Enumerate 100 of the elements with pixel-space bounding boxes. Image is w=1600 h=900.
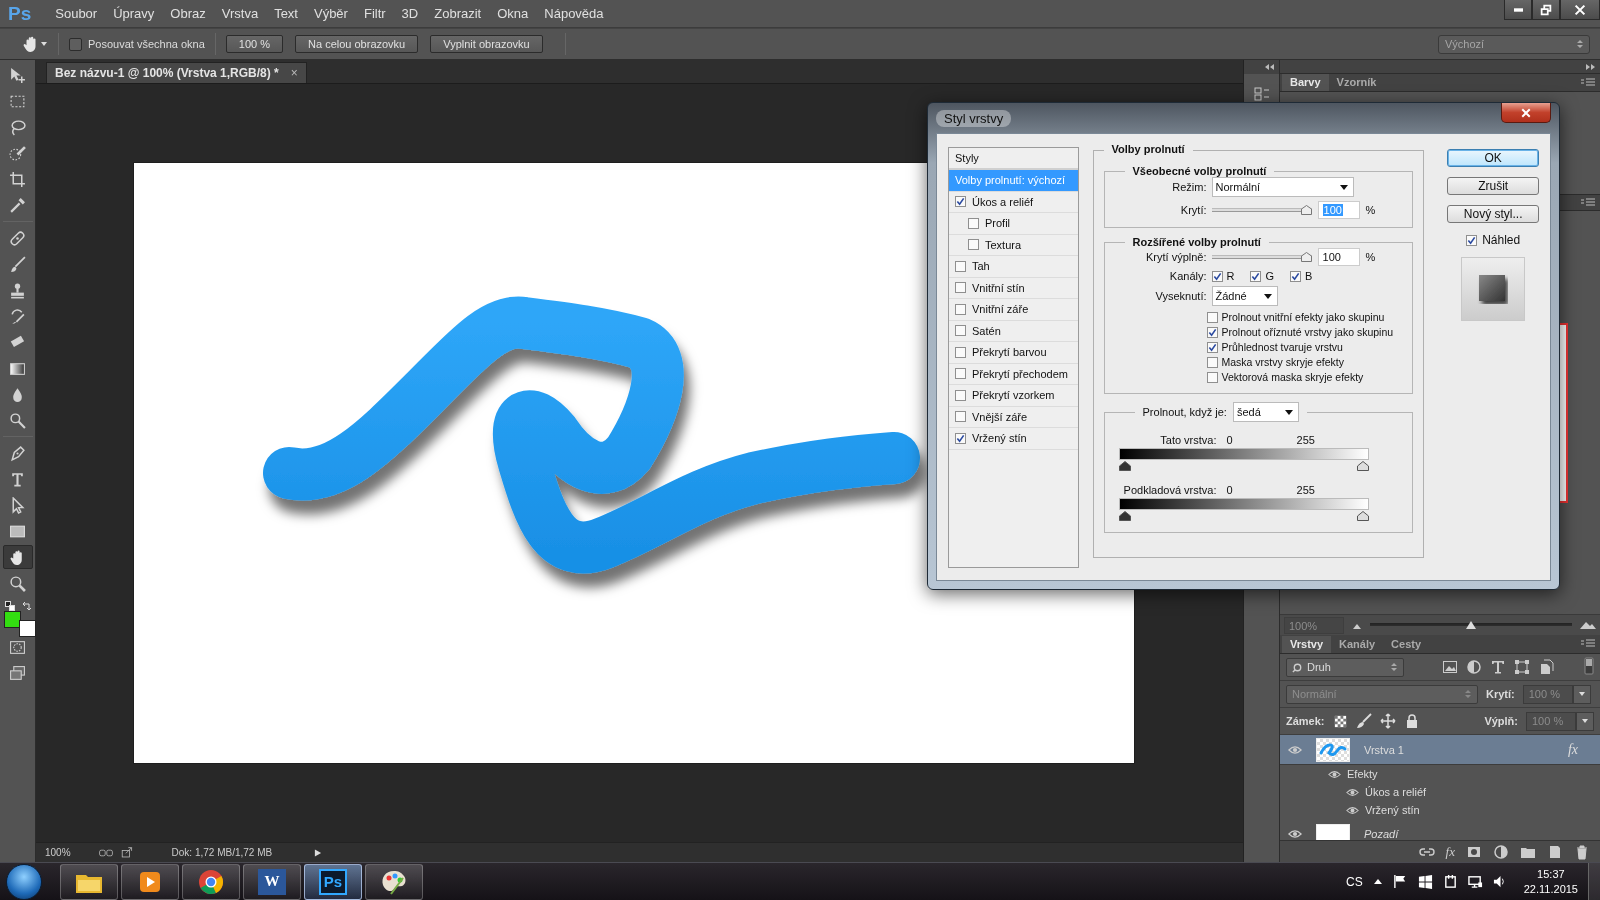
blend-mode-dropdown[interactable]: Normální (1211, 177, 1354, 197)
checkbox[interactable] (1211, 270, 1223, 282)
menu-item[interactable]: Obraz (162, 3, 214, 24)
checkbox[interactable] (1206, 356, 1218, 368)
fx-button[interactable]: fx (1445, 843, 1455, 860)
checkbox[interactable] (1290, 270, 1302, 282)
menu-item[interactable]: Vrstva (213, 3, 267, 24)
swap-colors-icon[interactable] (21, 601, 32, 611)
panel-menu-button[interactable] (1580, 196, 1596, 209)
show-desktop-button[interactable] (1588, 862, 1600, 900)
menu-item[interactable]: 3D (393, 3, 427, 24)
taskbar-app-button[interactable]: Ps (304, 863, 362, 900)
checkbox[interactable] (1250, 270, 1262, 282)
checkbox[interactable] (955, 432, 966, 444)
close-tab-button[interactable]: × (290, 66, 298, 80)
toolbar-button[interactable]: 100 % (225, 35, 283, 53)
menu-item[interactable]: Text (266, 3, 306, 24)
style-item[interactable]: Úkos a reliéf (949, 191, 1078, 213)
checkbox[interactable] (955, 368, 966, 380)
opacity-slider[interactable] (1211, 252, 1312, 262)
menu-item[interactable]: Výběr (305, 3, 356, 24)
checkbox[interactable] (1206, 326, 1218, 338)
panel-menu-button[interactable] (1580, 76, 1596, 89)
style-item[interactable]: Vnitřní stín (949, 277, 1078, 299)
checkbox[interactable] (955, 346, 966, 358)
checkbox[interactable] (955, 282, 966, 294)
panel-tab[interactable]: Barvy (1282, 74, 1329, 91)
checkbox[interactable] (955, 196, 966, 208)
background-color-swatch[interactable] (18, 620, 36, 637)
menu-item[interactable]: Nápověda (536, 3, 612, 24)
style-item[interactable]: Vnější záře (949, 406, 1078, 428)
style-label: Vnitřní záře (972, 303, 1029, 316)
knockout-dropdown[interactable]: Žádné (1211, 286, 1278, 306)
minimize-button[interactable] (1504, 0, 1532, 20)
default-colors-icon[interactable] (4, 601, 15, 611)
panel-tab[interactable]: Vzorník (1328, 74, 1385, 91)
checkbox[interactable] (1206, 371, 1218, 383)
style-item[interactable]: Textura (949, 234, 1078, 256)
taskbar-app-button[interactable] (365, 863, 423, 900)
menu-item[interactable]: Soubor (47, 3, 106, 24)
windows-icon (1417, 874, 1433, 889)
restore-button[interactable] (1532, 0, 1560, 20)
foreground-color-swatch[interactable] (3, 611, 21, 628)
taskbar-app-button[interactable] (121, 863, 179, 900)
number-field[interactable]: 100 (1317, 248, 1360, 266)
slider-thumb[interactable] (1300, 205, 1312, 215)
style-label: Překrytí vzorkem (972, 389, 1055, 402)
field-label: Vyseknutí: (1154, 290, 1207, 302)
close-button[interactable] (1501, 103, 1551, 123)
taskbar-app-button[interactable] (182, 863, 240, 900)
document-title: Bez názvu-1 @ 100% (Vrstva 1,RGB/8) * (55, 66, 279, 80)
menu-icon (1580, 76, 1596, 87)
style-item[interactable]: Satén (949, 320, 1078, 342)
checkbox[interactable] (955, 260, 966, 272)
checkbox[interactable] (1206, 341, 1218, 353)
checkbox[interactable] (955, 411, 966, 423)
taskbar-app-button[interactable]: W (243, 863, 301, 900)
tool-button[interactable] (2, 545, 33, 569)
checkbox[interactable] (1466, 234, 1478, 246)
checkbox[interactable] (955, 303, 966, 315)
panel-tab[interactable]: Vrstvy (1282, 636, 1332, 653)
style-item[interactable]: Profil (949, 213, 1078, 235)
dialog-button[interactable]: Zrušit (1447, 177, 1540, 195)
menu-item[interactable]: Úpravy (105, 3, 163, 24)
menu-item[interactable]: Filtr (355, 3, 394, 24)
style-item[interactable]: Vržený stín (949, 428, 1078, 450)
filter-dropdown[interactable]: Druh (1286, 657, 1404, 677)
style-item[interactable]: Překrytí barvou (949, 342, 1078, 364)
style-item[interactable]: Vnitřní záře (949, 299, 1078, 321)
panel-menu-button[interactable] (1580, 638, 1596, 650)
checkbox[interactable] (955, 389, 966, 401)
language-indicator[interactable]: CS (1346, 874, 1363, 889)
panel-tab[interactable]: Kanály (1331, 636, 1384, 653)
checkbox[interactable] (955, 325, 966, 337)
style-item[interactable]: Tah (949, 256, 1078, 278)
slider-thumb[interactable] (1300, 252, 1312, 262)
slider-thumb[interactable] (1466, 621, 1476, 629)
document-tab[interactable]: Bez názvu-1 @ 100% (Vrstva 1,RGB/8) * × (46, 62, 307, 83)
close-button[interactable] (1560, 0, 1600, 20)
dialog-button[interactable]: Nový styl... (1447, 205, 1540, 223)
checkbox[interactable] (1206, 311, 1218, 323)
style-item[interactable]: Překrytí přechodem (949, 363, 1078, 385)
layer-row[interactable]: Vrstva 1 fx (1280, 735, 1600, 765)
checkbox[interactable] (968, 217, 979, 229)
filter-toggle[interactable] (1584, 657, 1594, 677)
checkbox[interactable] (968, 239, 979, 251)
style-item[interactable]: Překrytí vzorkem (949, 385, 1078, 407)
checkbox[interactable] (69, 37, 82, 51)
start-button[interactable] (6, 863, 42, 900)
blend-if-dropdown[interactable]: šedá (1232, 402, 1299, 422)
toolbar-button[interactable]: Vyplnit obrazovku (430, 35, 543, 53)
menu-item[interactable]: Okna (489, 3, 537, 24)
panel-tab[interactable]: Cesty (1383, 636, 1430, 653)
menu-item[interactable]: Zobrazit (426, 3, 490, 24)
toolbar-button[interactable]: Na celou obrazovku (295, 35, 419, 53)
taskbar-app-button[interactable] (60, 863, 118, 900)
dialog-button[interactable]: OK (1447, 149, 1540, 167)
fill-dropdown-button[interactable] (1576, 711, 1594, 731)
opacity-slider[interactable] (1211, 205, 1312, 215)
checkbox-label: Vektorová maska skryje efekty (1221, 371, 1364, 383)
